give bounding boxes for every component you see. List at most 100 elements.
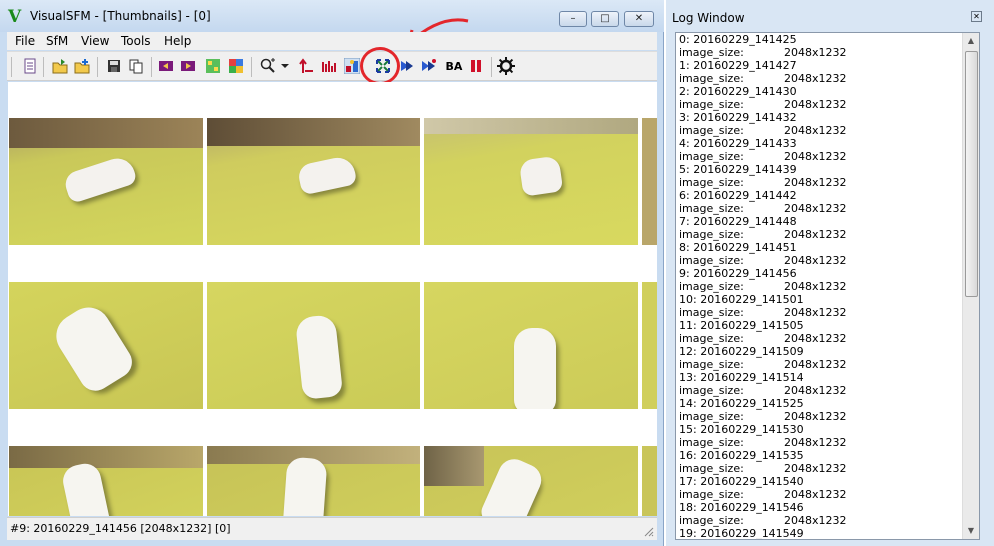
film-next-icon[interactable] <box>179 57 197 75</box>
save-icon[interactable] <box>105 57 123 75</box>
log-line: 2: 20160229_141430 <box>679 85 959 98</box>
thumbnail-image[interactable] <box>9 118 203 245</box>
log-line-label: 19: 20160229_141549 <box>679 527 804 540</box>
fast-forward-icon[interactable] <box>420 57 438 75</box>
log-line: image_size: 2048x1232 <box>679 228 959 241</box>
thumbnail-image[interactable] <box>424 282 638 409</box>
log-line-label: image_size: <box>679 98 744 111</box>
grid-icon[interactable] <box>320 57 338 75</box>
log-line: image_size: 2048x1232 <box>679 176 959 189</box>
log-line-value: 2048x1232 <box>784 46 847 59</box>
log-line-label: 9: 20160229_141456 <box>679 267 797 280</box>
thumbnail-image[interactable] <box>642 282 657 409</box>
add-images-icon[interactable] <box>73 57 91 75</box>
title-bar[interactable]: V VisualSFM - [Thumbnails] - [0] – □ ✕ <box>0 0 664 32</box>
log-close-icon[interactable]: ✕ <box>971 11 982 22</box>
window-title: VisualSFM - [Thumbnails] - [0] <box>30 9 211 23</box>
log-line: image_size: 2048x1232 <box>679 332 959 345</box>
log-line-label: 10: 20160229_141501 <box>679 293 804 306</box>
copy-icon[interactable] <box>127 57 145 75</box>
log-line: 14: 20160229_141525 <box>679 397 959 410</box>
log-line-value: 2048x1232 <box>784 98 847 111</box>
palette-icon[interactable] <box>227 57 245 75</box>
toolbar-separator <box>491 57 492 77</box>
log-line-label: image_size: <box>679 254 744 267</box>
film-prev-icon[interactable] <box>157 57 175 75</box>
log-line-value: 2048x1232 <box>784 124 847 137</box>
minimize-button[interactable]: – <box>559 11 587 27</box>
scroll-up-icon[interactable]: ▲ <box>963 33 979 49</box>
log-line: 8: 20160229_141451 <box>679 241 959 254</box>
thumbnail-image[interactable] <box>9 446 203 516</box>
log-line: 6: 20160229_141442 <box>679 189 959 202</box>
log-line-value: 2048x1232 <box>784 176 847 189</box>
menu-tools[interactable]: Tools <box>121 34 151 48</box>
thumbnail-image[interactable] <box>207 282 420 409</box>
scroll-thumb[interactable] <box>965 51 978 297</box>
log-line-value: 2048x1232 <box>784 72 847 85</box>
menu-sfm[interactable]: SfM <box>46 34 68 48</box>
log-line-value: 2048x1232 <box>784 410 847 423</box>
log-line-value: 2048x1232 <box>784 462 847 475</box>
log-line: 17: 20160229_141540 <box>679 475 959 488</box>
toolbar-grip <box>11 57 12 77</box>
arrow-up-icon[interactable] <box>297 57 315 75</box>
log-line-value: 2048x1232 <box>784 332 847 345</box>
log-line: 19: 20160229_141549 <box>679 527 959 540</box>
scroll-down-icon[interactable]: ▼ <box>963 523 979 539</box>
log-line: image_size: 2048x1232 <box>679 384 959 397</box>
log-line-label: 17: 20160229_141540 <box>679 475 804 488</box>
bundle-adjust-button[interactable]: BA <box>443 57 465 75</box>
log-line-label: 13: 20160229_141514 <box>679 371 804 384</box>
toolbar: BA <box>7 51 657 81</box>
log-window: Log Window ✕ 0: 20160229_141425 image_siz… <box>666 0 994 546</box>
gear-icon[interactable] <box>497 57 515 75</box>
log-line-label: 14: 20160229_141525 <box>679 397 804 410</box>
log-line-label: image_size: <box>679 332 744 345</box>
toolbar-separator <box>251 57 252 77</box>
log-line: image_size: 2048x1232 <box>679 46 959 59</box>
thumbnail-image[interactable] <box>207 446 420 516</box>
close-button[interactable]: ✕ <box>624 11 654 27</box>
log-line: 10: 20160229_141501 <box>679 293 959 306</box>
zoom-icon[interactable] <box>259 57 277 75</box>
log-line-value: 2048x1232 <box>784 228 847 241</box>
status-bar: #9: 20160229_141456 [2048x1232] [0] <box>7 517 657 540</box>
log-line: 7: 20160229_141448 <box>679 215 959 228</box>
thumbnail-image[interactable] <box>424 118 638 245</box>
log-line-label: image_size: <box>679 72 744 85</box>
resize-grip-icon[interactable] <box>642 525 654 537</box>
menu-file[interactable]: File <box>15 34 35 48</box>
log-line-label: image_size: <box>679 228 744 241</box>
document-icon[interactable] <box>21 57 39 75</box>
menu-view[interactable]: View <box>81 34 109 48</box>
log-line-label: image_size: <box>679 514 744 527</box>
maximize-button[interactable]: □ <box>591 11 619 27</box>
pause-icon[interactable] <box>467 57 485 75</box>
log-line: 18: 20160229_141546 <box>679 501 959 514</box>
log-text-area[interactable]: 0: 20160229_141425 image_size: 2048x1232 1:… <box>675 32 980 540</box>
thumbnail-view[interactable] <box>8 82 657 516</box>
log-line: image_size: 2048x1232 <box>679 306 959 319</box>
thumbnail-image[interactable] <box>9 282 203 409</box>
log-line-label: 3: 20160229_141432 <box>679 111 797 124</box>
open-folder-icon[interactable] <box>51 57 69 75</box>
thumbnail-image[interactable] <box>424 446 638 516</box>
menu-help[interactable]: Help <box>164 34 191 48</box>
pair-icon[interactable] <box>343 57 361 75</box>
log-line-value: 2048x1232 <box>784 436 847 449</box>
annotation-circle-icon <box>360 47 400 85</box>
log-line: 12: 20160229_141509 <box>679 345 959 358</box>
log-line-label: image_size: <box>679 358 744 371</box>
thumbnail-image[interactable] <box>642 118 657 245</box>
thumbnail-image[interactable] <box>642 446 657 516</box>
dropdown-icon[interactable] <box>279 57 291 75</box>
log-line-label: image_size: <box>679 202 744 215</box>
log-line-label: image_size: <box>679 150 744 163</box>
match-icon[interactable] <box>204 57 222 75</box>
thumbnail-image[interactable] <box>207 118 420 245</box>
log-scrollbar[interactable]: ▲ ▼ <box>962 33 979 539</box>
log-line-label: 5: 20160229_141439 <box>679 163 797 176</box>
log-window-title: Log Window <box>672 11 745 25</box>
status-text: #9: 20160229_141456 [2048x1232] [0] <box>10 522 231 535</box>
